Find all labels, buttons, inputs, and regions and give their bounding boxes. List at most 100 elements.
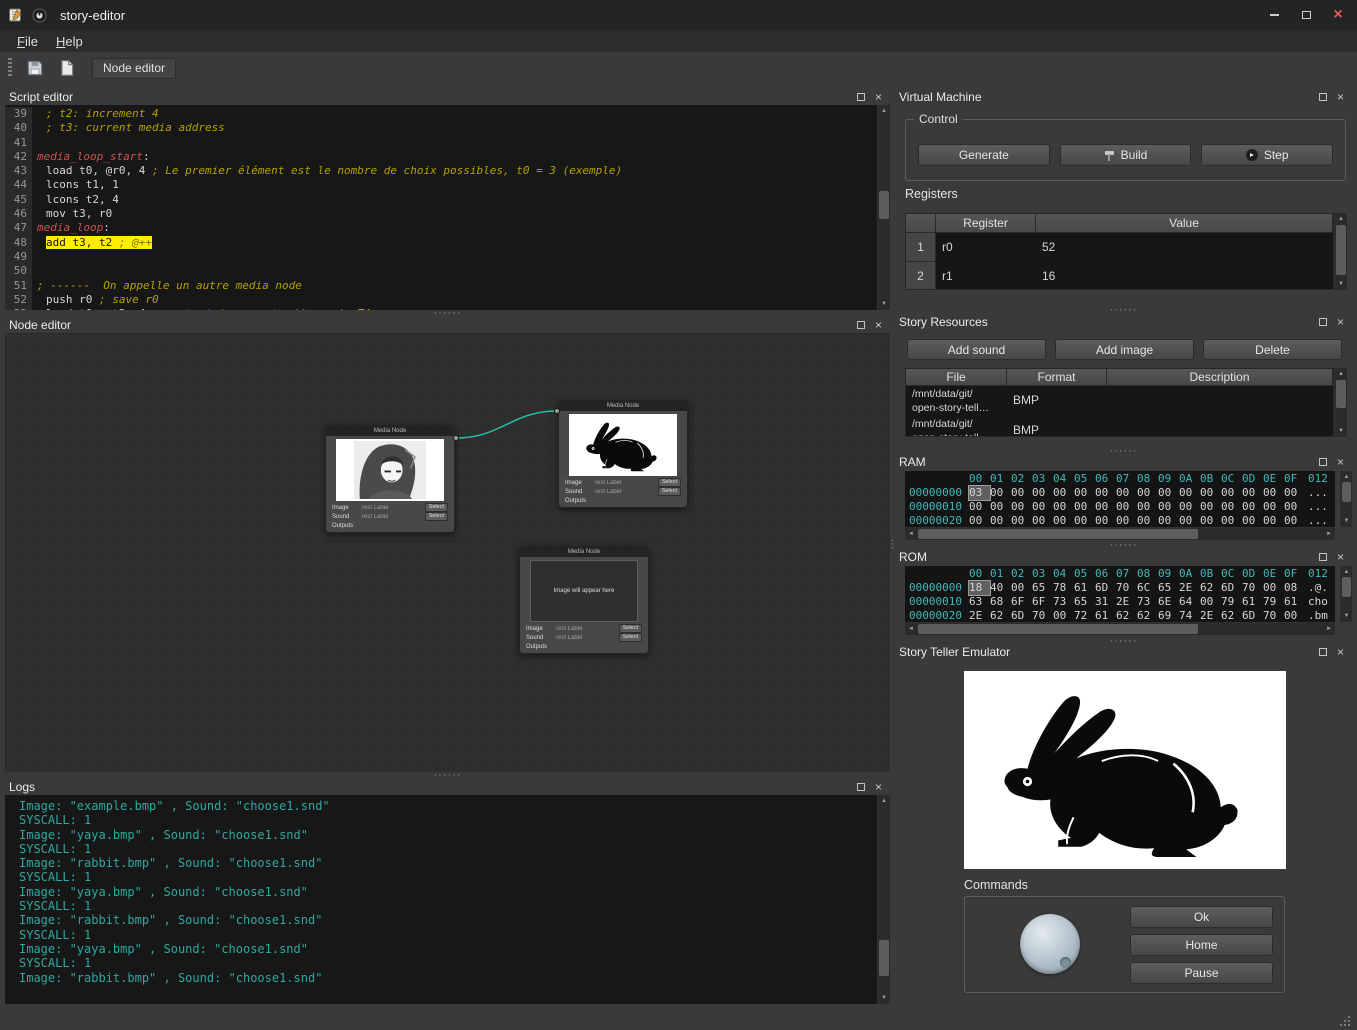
splitter-script-node[interactable]: [5, 309, 890, 316]
undock-icon[interactable]: [853, 318, 868, 331]
node-select-button[interactable]: Select: [425, 503, 448, 512]
script-editor-header[interactable]: Script editor: [5, 88, 890, 105]
ram-hex[interactable]: 000102030405060708090A0B0C0D0E0F01200000…: [905, 471, 1335, 527]
title-bar[interactable]: story-editor: [0, 0, 1357, 30]
node-editor-header[interactable]: Node editor: [5, 316, 890, 333]
register-row[interactable]: 2r116: [906, 262, 1333, 290]
resources-header-format[interactable]: Format: [1007, 369, 1107, 386]
scroll-right-arrow[interactable]: [1324, 528, 1334, 540]
control-knob[interactable]: [1020, 914, 1080, 974]
node-editor-toggle-button[interactable]: Node editor: [92, 58, 176, 79]
scrollbar-thumb[interactable]: [918, 624, 1198, 634]
close-panel-icon[interactable]: [1333, 646, 1348, 659]
maximize-button[interactable]: [1295, 5, 1317, 25]
pause-button[interactable]: Pause: [1130, 962, 1273, 984]
ram-header[interactable]: RAM: [895, 454, 1352, 470]
menu-file[interactable]: File: [8, 32, 47, 51]
splitter-rom-emulator[interactable]: [895, 637, 1352, 644]
toolbar-drag-handle[interactable]: [8, 58, 12, 78]
rom-hscrollbar[interactable]: [905, 622, 1335, 635]
undock-icon[interactable]: [1315, 551, 1330, 564]
graph-node[interactable]: Media NodeImage will appear hereImageTes…: [519, 546, 649, 654]
splitter-ram-rom[interactable]: [895, 541, 1352, 548]
add-sound-button[interactable]: Add sound: [907, 339, 1046, 360]
logs-header[interactable]: Logs: [5, 778, 890, 795]
virtual-machine-header[interactable]: Virtual Machine: [895, 88, 1352, 105]
undock-icon[interactable]: [853, 90, 868, 103]
emulator-header[interactable]: Story Teller Emulator: [895, 644, 1352, 660]
close-button[interactable]: [1327, 5, 1349, 25]
close-panel-icon[interactable]: [1333, 315, 1348, 328]
story-resources-header[interactable]: Story Resources: [895, 313, 1352, 330]
scroll-down-arrow[interactable]: [1341, 611, 1352, 621]
ok-button[interactable]: Ok: [1130, 906, 1273, 928]
logs-scrollbar[interactable]: [877, 795, 890, 1004]
add-image-button[interactable]: Add image: [1055, 339, 1194, 360]
scroll-down-arrow[interactable]: [1341, 516, 1352, 526]
registers-header-value[interactable]: Value: [1036, 214, 1333, 233]
node-canvas[interactable]: Media NodeImageTest LabelSelectSoundTest…: [5, 333, 890, 772]
menu-help[interactable]: Help: [47, 32, 92, 51]
graph-node[interactable]: Media NodeImageTest LabelSelectSoundTest…: [558, 400, 688, 508]
hex-byte-values[interactable]: 00000000000000000000000000000000: [969, 500, 1305, 514]
hex-byte-values[interactable]: 1840006578616D706C652E626D700008: [969, 581, 1305, 595]
node-select-button[interactable]: Select: [658, 478, 681, 487]
undock-icon[interactable]: [1315, 456, 1330, 469]
resources-header-description[interactable]: Description: [1107, 369, 1333, 386]
splitter-vm-resources[interactable]: [895, 306, 1352, 313]
register-row[interactable]: 1r052: [906, 233, 1333, 262]
scrollbar-thumb[interactable]: [1336, 225, 1346, 275]
hex-byte-values[interactable]: 03000000000000000000000000000000: [969, 486, 1305, 500]
registers-scrollbar[interactable]: [1334, 213, 1347, 290]
close-panel-icon[interactable]: [1333, 551, 1348, 564]
delete-button[interactable]: Delete: [1203, 339, 1342, 360]
undock-icon[interactable]: [1315, 315, 1330, 328]
node-select-button[interactable]: Select: [658, 487, 681, 496]
undock-icon[interactable]: [1315, 646, 1330, 659]
hex-byte-values[interactable]: 2E626D70007261626269742E626D7000: [969, 609, 1305, 622]
close-panel-icon[interactable]: [1333, 90, 1348, 103]
resource-row[interactable]: /mnt/data/git/open-story-tell…BMP: [906, 386, 1333, 416]
output-port[interactable]: [453, 435, 459, 441]
scrollbar-thumb[interactable]: [879, 940, 889, 976]
logs-content[interactable]: Image: "example.bmp" , Sound: "choose1.s…: [5, 795, 877, 1004]
undock-icon[interactable]: [853, 780, 868, 793]
scroll-up-arrow[interactable]: [1335, 369, 1347, 379]
scroll-down-arrow[interactable]: [878, 993, 890, 1003]
splitter-node-logs[interactable]: [5, 771, 890, 778]
input-port[interactable]: [554, 408, 560, 414]
script-editor-content[interactable]: 39; t2: increment 440; t3: current media…: [5, 105, 877, 310]
scrollbar-thumb[interactable]: [879, 191, 889, 219]
scrollbar-thumb[interactable]: [1342, 482, 1351, 502]
scrollbar-thumb[interactable]: [1342, 577, 1351, 597]
scrollbar-thumb[interactable]: [1336, 380, 1346, 408]
scroll-left-arrow[interactable]: [906, 623, 916, 635]
close-panel-icon[interactable]: [871, 90, 886, 103]
scroll-down-arrow[interactable]: [878, 299, 890, 309]
hex-byte-values[interactable]: 63686F6F7365312E736E640079617961: [969, 595, 1305, 609]
vm-generate-button[interactable]: Generate: [918, 144, 1050, 166]
close-panel-icon[interactable]: [871, 318, 886, 331]
close-panel-icon[interactable]: [871, 780, 886, 793]
scroll-up-arrow[interactable]: [878, 106, 890, 116]
export-button[interactable]: [54, 55, 80, 81]
scroll-left-arrow[interactable]: [906, 528, 916, 540]
rom-header[interactable]: ROM: [895, 549, 1352, 565]
save-button[interactable]: [22, 55, 48, 81]
vm-step-button[interactable]: Step: [1201, 144, 1333, 166]
resources-scrollbar[interactable]: [1334, 368, 1347, 437]
scroll-up-arrow[interactable]: [1341, 567, 1352, 577]
splitter-resources-ram[interactable]: [895, 447, 1352, 454]
rom-vscrollbar[interactable]: [1340, 566, 1352, 622]
rom-hex[interactable]: 000102030405060708090A0B0C0D0E0F01200000…: [905, 566, 1335, 622]
registers-header-register[interactable]: Register: [936, 214, 1036, 233]
home-button[interactable]: Home: [1130, 934, 1273, 956]
script-editor-scrollbar[interactable]: [877, 105, 890, 310]
scroll-up-arrow[interactable]: [1341, 472, 1352, 482]
node-select-button[interactable]: Select: [425, 512, 448, 521]
resize-grip[interactable]: [1338, 1014, 1351, 1027]
scroll-down-arrow[interactable]: [1335, 279, 1347, 289]
scroll-up-arrow[interactable]: [1335, 214, 1347, 224]
graph-node[interactable]: Media NodeImageTest LabelSelectSoundTest…: [325, 425, 455, 533]
minimize-button[interactable]: [1263, 5, 1285, 25]
